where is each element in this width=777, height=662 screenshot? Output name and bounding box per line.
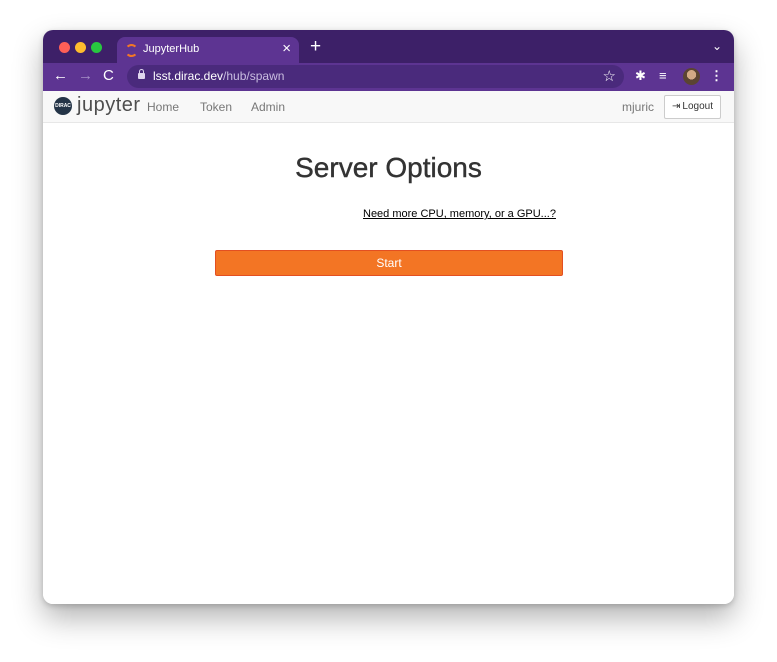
tab-jupyterhub[interactable]: JupyterHub × (117, 37, 299, 63)
nav-link-admin[interactable]: Admin (251, 100, 285, 114)
extensions-icon[interactable]: ✱ (635, 68, 646, 84)
hub-navbar: DIRAC jupyter Home Token Admin mjuric ⇥ L… (43, 91, 734, 123)
user-name: mjuric (622, 100, 654, 114)
media-control-icon[interactable]: ≡ (659, 68, 667, 84)
browser-menu-icon[interactable]: ⋮ (710, 68, 723, 84)
dirac-logo-icon: DIRAC (54, 97, 72, 115)
nav-link-token[interactable]: Token (200, 100, 232, 114)
forward-icon[interactable]: → (78, 67, 93, 85)
minimize-window-button[interactable] (75, 42, 86, 53)
jupyter-wordmark: jupyter (77, 94, 141, 116)
address-bar[interactable]: lsst.dirac.dev/hub/spawn ☆ (127, 65, 624, 88)
start-button[interactable]: Start (215, 250, 563, 276)
jupyter-favicon-icon (125, 44, 138, 57)
sign-out-icon: ⇥ (672, 101, 681, 112)
logout-button[interactable]: ⇥ Logout (664, 95, 721, 119)
url-path: /hub/spawn (223, 69, 285, 83)
close-window-button[interactable] (59, 42, 70, 53)
nav-link-home[interactable]: Home (147, 100, 179, 114)
tab-search-icon[interactable]: ⌄ (712, 39, 722, 53)
profile-avatar[interactable] (683, 68, 700, 85)
new-tab-button[interactable]: + (310, 37, 321, 57)
reload-icon[interactable]: C (103, 67, 114, 85)
back-icon[interactable]: ← (53, 67, 68, 85)
url-host: lsst.dirac.dev (153, 69, 224, 83)
maximize-window-button[interactable] (91, 42, 102, 53)
more-resources-link[interactable]: Need more CPU, memory, or a GPU...? (363, 208, 556, 220)
page-content: DIRAC jupyter Home Token Admin mjuric ⇥ L… (43, 91, 734, 604)
tab-strip: JupyterHub × + ⌄ (43, 30, 734, 63)
page-title: Server Options (295, 152, 482, 183)
logout-label: Logout (682, 101, 713, 112)
url-text[interactable]: lsst.dirac.dev/hub/spawn (153, 69, 284, 83)
tab-title: JupyterHub (143, 43, 200, 55)
lock-icon[interactable] (138, 69, 145, 79)
tab-close-icon[interactable]: × (282, 40, 291, 58)
bookmark-star-icon[interactable]: ☆ (603, 67, 616, 85)
browser-toolbar: ← → C lsst.dirac.dev/hub/spawn ☆ ✱ ≡ ⋮ (43, 63, 734, 91)
browser-window: JupyterHub × + ⌄ ← → C lsst.dirac.dev/hu… (43, 30, 734, 604)
